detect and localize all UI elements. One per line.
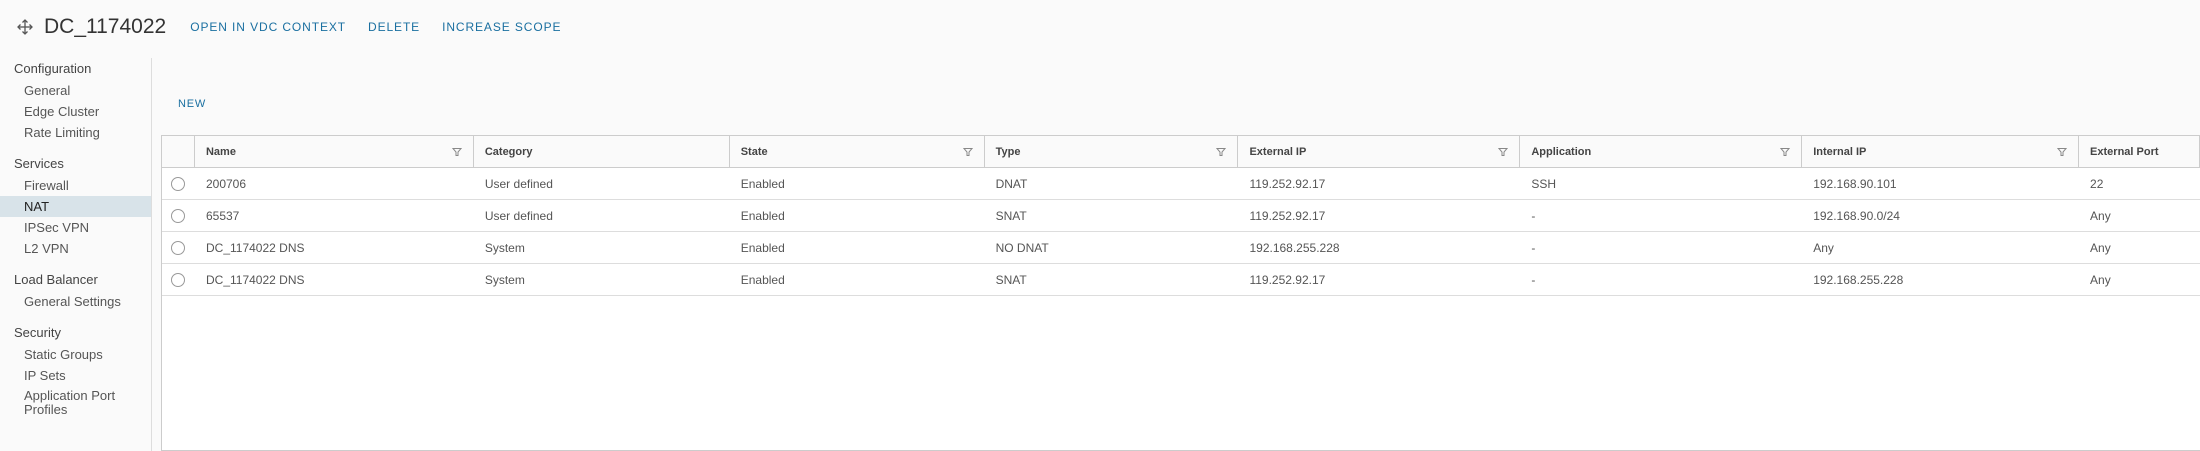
sidebar-item-ip-sets[interactable]: IP Sets <box>0 365 151 386</box>
cell-category: System <box>484 272 525 287</box>
sidebar-item-edge-cluster[interactable]: Edge Cluster <box>0 101 151 122</box>
new-button[interactable]: NEW <box>178 98 206 110</box>
cell-application: - <box>1531 240 1536 255</box>
sidebar-item-static-groups[interactable]: Static Groups <box>0 344 151 365</box>
cell-internal-ip: 192.168.90.0/24 <box>1813 208 1900 223</box>
open-in-vdc-context-button[interactable]: OPEN IN VDC CONTEXT <box>190 20 346 34</box>
sidebar-header-configuration: Configuration <box>14 61 92 76</box>
sidebar-item-nat[interactable]: NAT <box>0 196 151 217</box>
cell-external-port: 22 <box>2090 176 2104 191</box>
filter-icon[interactable] <box>1780 147 1791 157</box>
sidebar-nav: Configuration General Edge Cluster Rate … <box>0 58 152 451</box>
row-select-radio[interactable] <box>171 272 186 287</box>
column-label: Type <box>995 145 1021 158</box>
table-row[interactable]: 200706 User defined Enabled DNAT 119.252… <box>162 168 2200 200</box>
cell-application: - <box>1531 208 1536 223</box>
sidebar-item-l2-vpn[interactable]: L2 VPN <box>0 238 151 259</box>
select-column-header <box>162 136 195 167</box>
cell-state: Enabled <box>740 208 785 223</box>
column-header-state[interactable]: State <box>730 136 985 167</box>
cell-application: - <box>1531 272 1536 287</box>
cell-application: SSH <box>1531 176 1557 191</box>
row-select-radio[interactable] <box>171 240 186 255</box>
sidebar-item-rate-limiting[interactable]: Rate Limiting <box>0 122 151 143</box>
cell-state: Enabled <box>740 240 785 255</box>
filter-icon[interactable] <box>1216 147 1227 157</box>
row-select-radio[interactable] <box>171 208 186 223</box>
cell-external-ip: 119.252.92.17 <box>1249 208 1326 223</box>
column-label: State <box>740 145 768 158</box>
cell-external-ip: 119.252.92.17 <box>1249 272 1326 287</box>
sidebar-item-general-settings[interactable]: General Settings <box>0 291 151 312</box>
nat-rules-grid: Name Category State Type External IP App… <box>161 135 2200 451</box>
column-header-name[interactable]: Name <box>195 136 474 167</box>
cell-type: SNAT <box>995 272 1027 287</box>
column-label: External Port <box>2090 145 2159 158</box>
sidebar-section-services: Services Firewall NAT IPSec VPN L2 VPN <box>0 153 151 259</box>
column-header-external-ip[interactable]: External IP <box>1238 136 1521 167</box>
cell-external-port: Any <box>2090 240 2111 255</box>
sidebar-item-general[interactable]: General <box>0 80 151 101</box>
delete-button[interactable]: DELETE <box>368 20 420 34</box>
cell-external-port: Any <box>2090 208 2111 223</box>
table-row[interactable]: 65537 User defined Enabled SNAT 119.252.… <box>162 200 2200 232</box>
page-title: DC_1174022 <box>44 15 167 38</box>
sidebar-header-security: Security <box>14 325 61 340</box>
filter-icon[interactable] <box>2057 147 2068 157</box>
page-header: DC_1174022 OPEN IN VDC CONTEXT DELETE IN… <box>0 0 2200 54</box>
cell-type: NO DNAT <box>995 240 1049 255</box>
row-select-cell <box>162 168 195 199</box>
cell-state: Enabled <box>740 272 785 287</box>
sidebar-section-security: Security Static Groups IP Sets Applicati… <box>0 322 151 420</box>
filter-icon[interactable] <box>962 147 973 157</box>
cell-type: DNAT <box>995 176 1028 191</box>
column-label: Application <box>1531 145 1592 158</box>
column-label: Internal IP <box>1813 145 1867 158</box>
cell-external-port: Any <box>2090 272 2111 287</box>
move-arrows-icon <box>14 16 36 38</box>
filter-icon[interactable] <box>451 147 462 157</box>
sidebar-section-load-balancer: Load Balancer General Settings <box>0 269 151 312</box>
cell-name: 200706 <box>205 176 247 191</box>
cell-state: Enabled <box>740 176 785 191</box>
row-select-radio[interactable] <box>171 176 186 191</box>
grid-header: Name Category State Type External IP App… <box>162 136 2200 168</box>
row-select-cell <box>162 200 195 231</box>
column-header-application[interactable]: Application <box>1520 136 1803 167</box>
cell-category: User defined <box>484 208 553 223</box>
column-header-type[interactable]: Type <box>985 136 1239 167</box>
column-header-internal-ip[interactable]: Internal IP <box>1802 136 2080 167</box>
cell-internal-ip: 192.168.255.228 <box>1813 272 1904 287</box>
table-row[interactable]: DC_1174022 DNS System Enabled NO DNAT 19… <box>162 232 2200 264</box>
cell-internal-ip: 192.168.90.101 <box>1813 176 1897 191</box>
sidebar-header-load-balancer: Load Balancer <box>14 272 98 287</box>
row-select-cell <box>162 232 195 263</box>
sidebar-item-ipsec-vpn[interactable]: IPSec VPN <box>0 217 151 238</box>
cell-name: DC_1174022 DNS <box>205 240 305 255</box>
cell-type: SNAT <box>995 208 1027 223</box>
sidebar-section-configuration: Configuration General Edge Cluster Rate … <box>0 58 151 143</box>
cell-external-ip: 192.168.255.228 <box>1249 240 1340 255</box>
column-header-category[interactable]: Category <box>474 136 730 167</box>
cell-external-ip: 119.252.92.17 <box>1249 176 1326 191</box>
cell-name: DC_1174022 DNS <box>205 272 305 287</box>
cell-category: System <box>484 240 525 255</box>
table-row[interactable]: DC_1174022 DNS System Enabled SNAT 119.2… <box>162 264 2200 296</box>
sidebar-header-services: Services <box>14 156 64 171</box>
column-label: Category <box>484 145 533 158</box>
sidebar-item-application-port-profiles[interactable]: Application Port Profiles <box>0 386 151 420</box>
column-label: Name <box>205 145 236 158</box>
increase-scope-button[interactable]: INCREASE SCOPE <box>442 20 561 34</box>
cell-name: 65537 <box>205 208 240 223</box>
cell-internal-ip: Any <box>1813 240 1834 255</box>
sidebar-item-firewall[interactable]: Firewall <box>0 175 151 196</box>
column-label: External IP <box>1249 145 1307 158</box>
filter-icon[interactable] <box>1498 147 1509 157</box>
row-select-cell <box>162 264 195 295</box>
column-header-external-port[interactable]: External Port <box>2079 136 2200 167</box>
cell-category: User defined <box>484 176 553 191</box>
